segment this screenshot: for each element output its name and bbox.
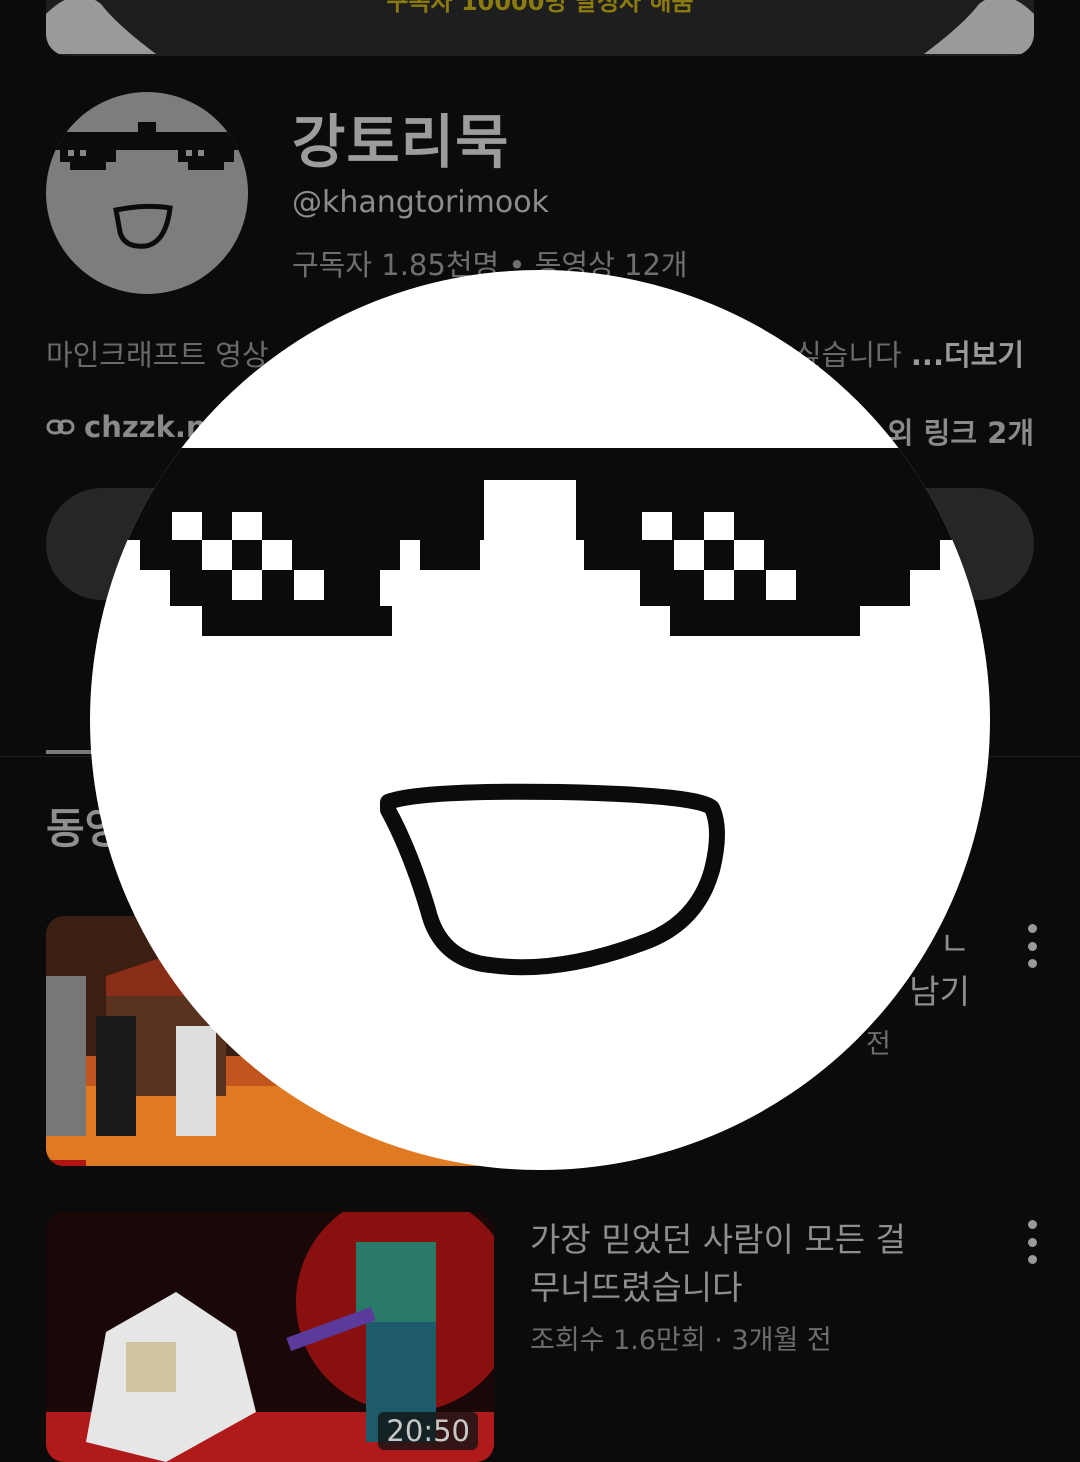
video-meta: 조회수 1.6만회 · 3개월 전 (530, 1325, 832, 1356)
video-title-line1: 가장 믿었던 사람이 모든 걸 (530, 1220, 906, 1259)
avatar-face-icon (46, 122, 248, 249)
video-item[interactable]: 20:50 가장 믿었던 사람이 모든 걸 무너뜨렸습니다 조회수 1.6만회 … (46, 1212, 1037, 1462)
banner-text: 구독자 10000명 달성자 해줌 (386, 0, 694, 16)
deal-with-it-face-icon (90, 448, 990, 976)
channel-avatar[interactable] (46, 92, 248, 294)
channel-handle: @khangtorimook (292, 185, 549, 220)
video-thumbnail[interactable]: 20:50 (46, 1212, 494, 1462)
video-title[interactable]: 가장 믿었던 사람이 모든 걸 무너뜨렸습니다 (530, 1216, 970, 1312)
channel-name: 강토리묵 (292, 108, 510, 176)
more-vert-icon[interactable] (1024, 1220, 1040, 1264)
link-icon (46, 419, 75, 435)
channel-description[interactable]: 마인크래프트 영상 (46, 332, 269, 374)
channel-link[interactable]: chzzk.n (46, 410, 207, 444)
more-links[interactable]: 외 링크 2개 (887, 410, 1034, 452)
more-vert-icon[interactable] (1024, 924, 1040, 968)
more-button[interactable]: ...더보기 (911, 338, 1024, 372)
watch-progress (46, 1160, 86, 1166)
video-meta: 전 (866, 1029, 891, 1060)
channel-description-end[interactable]: 싶습니다 ...더보기 (795, 332, 1024, 374)
banner-figure-right (924, 0, 1034, 54)
video-title-line2: 무너뜨렸습니다 (530, 1268, 743, 1307)
channel-banner: 구독자 10000명 달성자 해줌 (46, 0, 1034, 56)
channel-logo-overlay (90, 270, 990, 1170)
video-duration: 20:50 (378, 1412, 478, 1450)
